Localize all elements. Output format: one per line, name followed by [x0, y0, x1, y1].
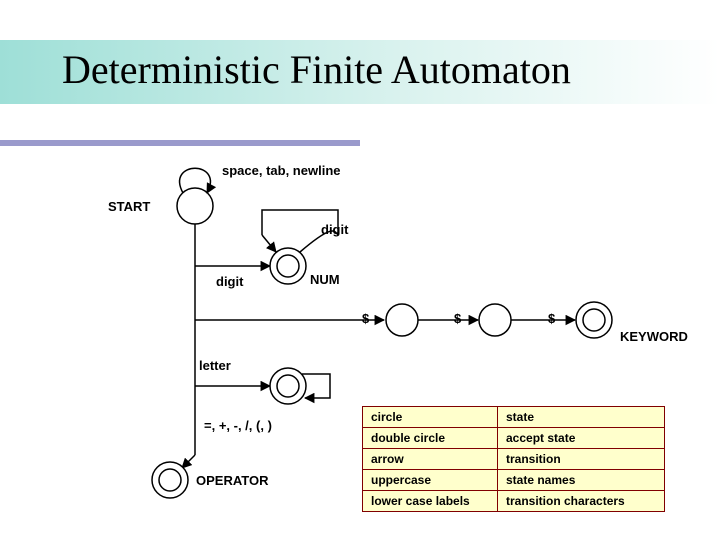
legend-key: lower case labels — [363, 491, 498, 512]
label-dollar3: $ — [548, 311, 555, 326]
state-keyword-inner — [583, 309, 605, 331]
legend-value: transition — [498, 449, 665, 470]
label-num: NUM — [310, 272, 340, 287]
label-dollar1: $ — [362, 311, 369, 326]
state-operator-inner — [159, 469, 181, 491]
label-ops: =, +, -, /, (, ) — [204, 418, 272, 433]
label-letter: letter — [199, 358, 231, 373]
label-to-num: digit — [216, 274, 243, 289]
legend-key: arrow — [363, 449, 498, 470]
edge-to-operator — [182, 455, 195, 468]
label-keyword: KEYWORD — [620, 329, 688, 344]
table-row: uppercase state names — [363, 470, 665, 491]
label-start: START — [108, 199, 150, 214]
legend-value: transition characters — [498, 491, 665, 512]
table-row: lower case labels transition characters — [363, 491, 665, 512]
state-k1 — [386, 304, 418, 336]
slide: Deterministic Finite Automaton — [0, 0, 720, 540]
label-operator: OPERATOR — [196, 473, 268, 488]
legend-value: accept state — [498, 428, 665, 449]
edge-num-loop-in — [262, 235, 276, 252]
legend-key: circle — [363, 407, 498, 428]
label-start-loop: space, tab, newline — [222, 163, 341, 178]
legend-value: state — [498, 407, 665, 428]
label-num-loop: digit — [321, 222, 348, 237]
legend-key: uppercase — [363, 470, 498, 491]
state-id-inner — [277, 375, 299, 397]
legend-table: circle state double circle accept state … — [362, 406, 665, 512]
state-k2 — [479, 304, 511, 336]
state-num-inner — [277, 255, 299, 277]
table-row: arrow transition — [363, 449, 665, 470]
table-row: double circle accept state — [363, 428, 665, 449]
state-start — [177, 188, 213, 224]
legend-value: state names — [498, 470, 665, 491]
label-dollar2: $ — [454, 311, 461, 326]
legend-key: double circle — [363, 428, 498, 449]
table-row: circle state — [363, 407, 665, 428]
